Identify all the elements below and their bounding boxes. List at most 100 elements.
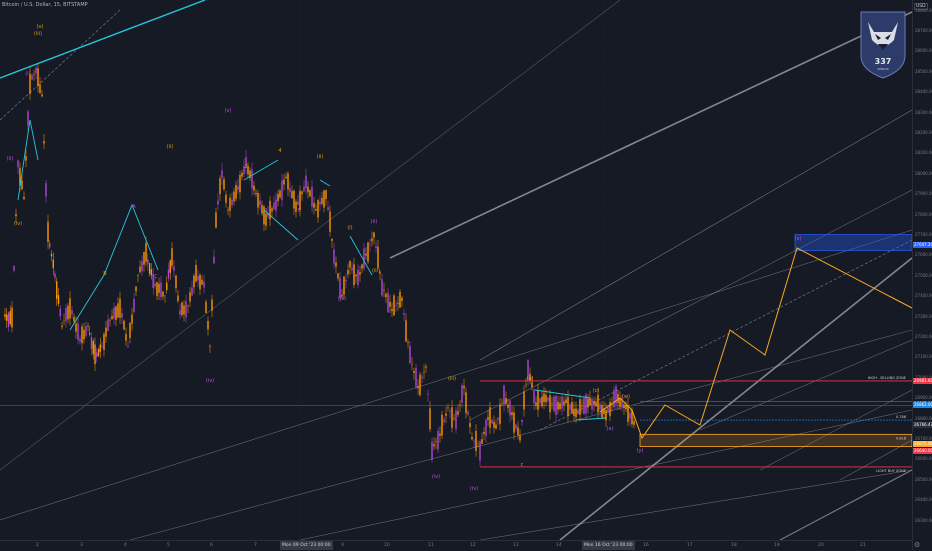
candle-body — [37, 68, 39, 87]
candle-body — [553, 396, 555, 412]
candle-body — [35, 67, 37, 74]
candle-body — [351, 267, 353, 271]
logo-subtext: SENIOR — [877, 67, 888, 71]
candle-body — [203, 281, 205, 288]
candle-body — [489, 407, 491, 428]
cyan-trend-line — [0, 0, 206, 79]
candle-body — [419, 374, 421, 396]
candle-body — [573, 408, 575, 416]
time-tick: 13 — [513, 543, 519, 548]
candle-body — [311, 186, 313, 207]
candle-body — [327, 207, 329, 210]
candle-body — [257, 193, 259, 208]
time-tick: 16 — [643, 543, 649, 548]
price-tick: 28500.00 — [915, 68, 932, 74]
price-tag: 26981.60 — [913, 377, 932, 384]
candle-body — [551, 403, 553, 405]
candle-body — [395, 305, 397, 307]
candle-body — [197, 276, 199, 281]
symbol-title[interactable]: Bitcoin / U.S. Dollar, 15, BITSTAMP — [2, 2, 88, 8]
candle-body — [343, 276, 345, 295]
wave-label: (iv) — [14, 221, 22, 227]
chart-area[interactable]: (v) (i) (iii) (ii) (iv) (v) (ii) (iv) (ii) (iv) (i… — [0, 0, 912, 540]
candle-body — [275, 199, 277, 211]
session-label: Mon 16 Oct '23 00:00 — [582, 541, 635, 550]
candle-body — [613, 390, 615, 408]
candle-body — [397, 303, 399, 305]
candle-body — [409, 345, 411, 364]
candle-body — [363, 248, 365, 269]
price-tag: 27647.20 — [913, 242, 932, 249]
candle-body — [595, 402, 597, 407]
wave-label: (ii) — [317, 154, 324, 160]
wave-label: (v) — [795, 236, 802, 242]
candle-body — [213, 256, 215, 264]
candle-body — [509, 400, 511, 416]
settings-gear-icon[interactable]: ⚙ — [914, 541, 920, 549]
candle-body — [301, 191, 303, 195]
candle-body — [287, 173, 289, 190]
candle-body — [317, 200, 319, 218]
candle-body — [407, 341, 409, 343]
candle-body — [255, 192, 257, 195]
candle-body — [485, 419, 487, 436]
candle-body — [347, 269, 349, 275]
time-tick: 14 — [556, 543, 562, 548]
candle-body — [127, 346, 129, 348]
candle-body — [391, 309, 393, 312]
candle-body — [75, 323, 77, 332]
candle-body — [447, 407, 449, 409]
candle-body — [45, 183, 47, 197]
price-axis[interactable]: USD 28800.0028700.0028600.0028500.002840… — [912, 0, 932, 550]
candle-body — [211, 299, 213, 311]
candle-body — [33, 74, 35, 76]
candle-body — [135, 286, 137, 292]
time-axis[interactable]: 23456789101112131415161718192021Mon 09 O… — [0, 540, 912, 551]
candle-body — [56, 281, 58, 299]
candle-body — [547, 397, 549, 401]
candle-body — [148, 263, 151, 274]
wave-label: c — [521, 462, 524, 468]
candle-body — [555, 395, 557, 415]
price-tick: 27900.00 — [915, 191, 932, 197]
channel-line — [469, 189, 912, 421]
candle-body — [591, 398, 593, 410]
candle-body — [415, 367, 417, 387]
candle-body — [107, 319, 109, 331]
price-tick: 28200.00 — [915, 129, 932, 135]
candle-body — [177, 295, 179, 302]
candle-body — [493, 421, 495, 428]
candle-body — [487, 416, 489, 420]
wave-label: (w) — [622, 394, 630, 400]
time-tick: 3 — [80, 543, 83, 548]
candle-body — [4, 314, 6, 318]
candle-body — [403, 313, 405, 315]
candle-body — [17, 160, 19, 168]
candle-body — [405, 320, 407, 342]
price-tag: 26862.00 — [913, 402, 932, 409]
candle-body — [511, 412, 513, 416]
candle-body — [315, 209, 317, 211]
candle-body — [43, 140, 45, 144]
time-tick: 2 — [36, 543, 39, 548]
wave-label: 3 — [264, 208, 267, 214]
candle-body — [425, 366, 427, 368]
candle-body — [96, 352, 98, 358]
candle-body — [549, 395, 551, 413]
level-label: LIGHT BUY ZONE — [876, 469, 906, 473]
candle-body — [503, 385, 505, 405]
candle-body — [517, 427, 519, 436]
price-chart[interactable]: (v) (i) (iii) (ii) (iv) (v) (ii) (iv) (ii) (iv) (i… — [0, 0, 912, 540]
candle-body — [87, 325, 89, 327]
price-tick: 27300.00 — [915, 313, 932, 319]
candle-body — [421, 376, 423, 379]
candle-body — [271, 208, 273, 212]
candle-body — [353, 264, 355, 286]
candle-body — [73, 316, 75, 322]
candle-body — [371, 238, 373, 242]
candle-body — [541, 396, 543, 406]
candle-body — [331, 238, 333, 241]
candle-body — [349, 260, 351, 268]
candle-body — [539, 398, 541, 404]
candle-body — [9, 310, 11, 324]
